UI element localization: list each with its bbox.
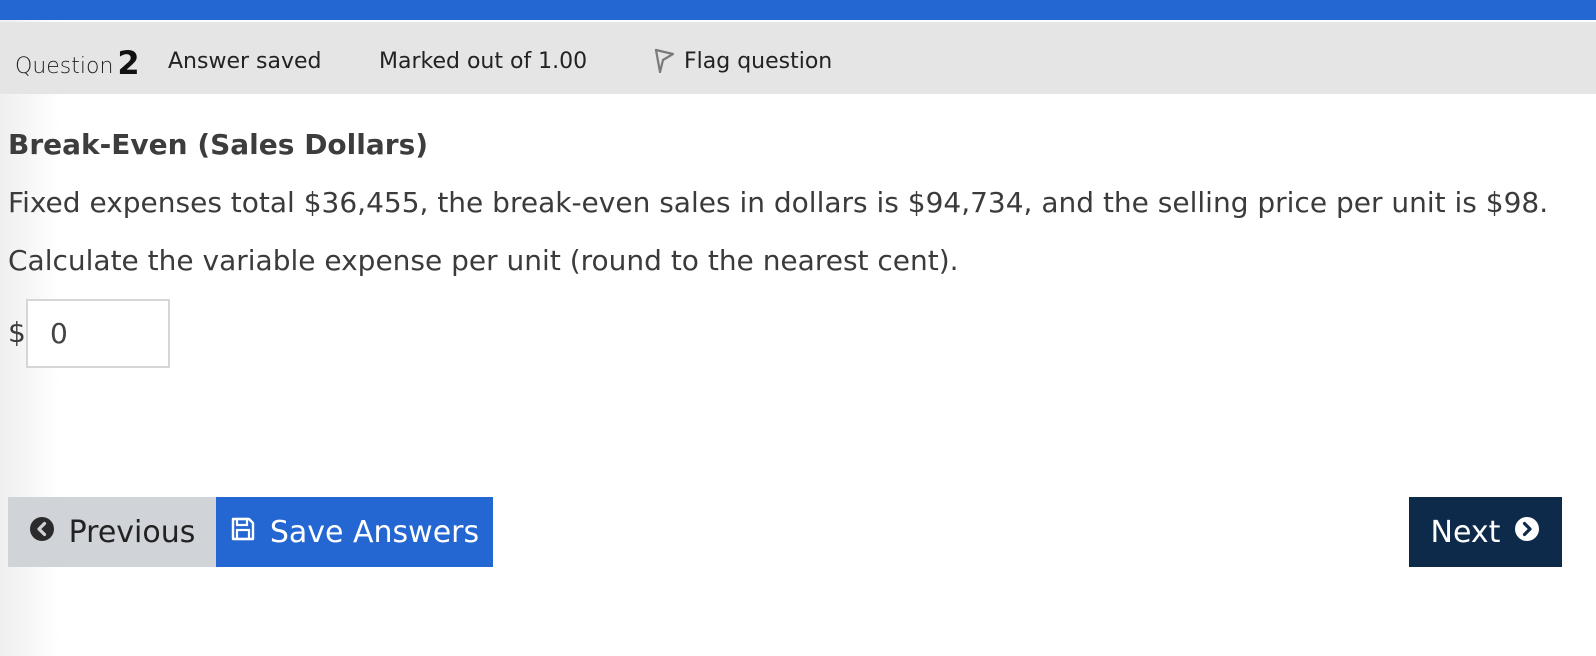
chevron-left-circle-icon: [29, 515, 55, 550]
floppy-disk-icon: [230, 515, 256, 550]
question-number-label: Question 2: [15, 22, 140, 94]
question-info-bar: Question 2 Answer saved Marked out of 1.0…: [0, 22, 1596, 94]
save-answers-label: Save Answers: [269, 514, 480, 550]
marks-info: Marked out of 1.00: [379, 49, 588, 74]
previous-button[interactable]: Previous: [8, 497, 216, 567]
next-label: Next: [1430, 514, 1501, 550]
next-button[interactable]: Next: [1409, 497, 1562, 567]
flag-question-button[interactable]: Flag question: [652, 22, 832, 94]
answer-status: Answer saved: [168, 49, 322, 74]
question-number: 2: [117, 44, 140, 82]
flag-question-label: Flag question: [684, 49, 833, 74]
question-text-line-1: Fixed expenses total $36,455, the break-…: [8, 186, 1549, 219]
previous-label: Previous: [68, 514, 196, 550]
question-label-text: Question: [15, 54, 114, 79]
save-answers-button[interactable]: Save Answers: [216, 497, 493, 567]
top-accent-bar: [0, 0, 1596, 20]
answer-input[interactable]: [26, 299, 170, 368]
currency-symbol: $: [8, 316, 26, 349]
question-title: Break-Even (Sales Dollars): [8, 128, 429, 161]
flag-icon: [654, 48, 675, 74]
question-text-line-2: Calculate the variable expense per unit …: [8, 244, 959, 277]
chevron-right-circle-icon: [1514, 515, 1540, 550]
